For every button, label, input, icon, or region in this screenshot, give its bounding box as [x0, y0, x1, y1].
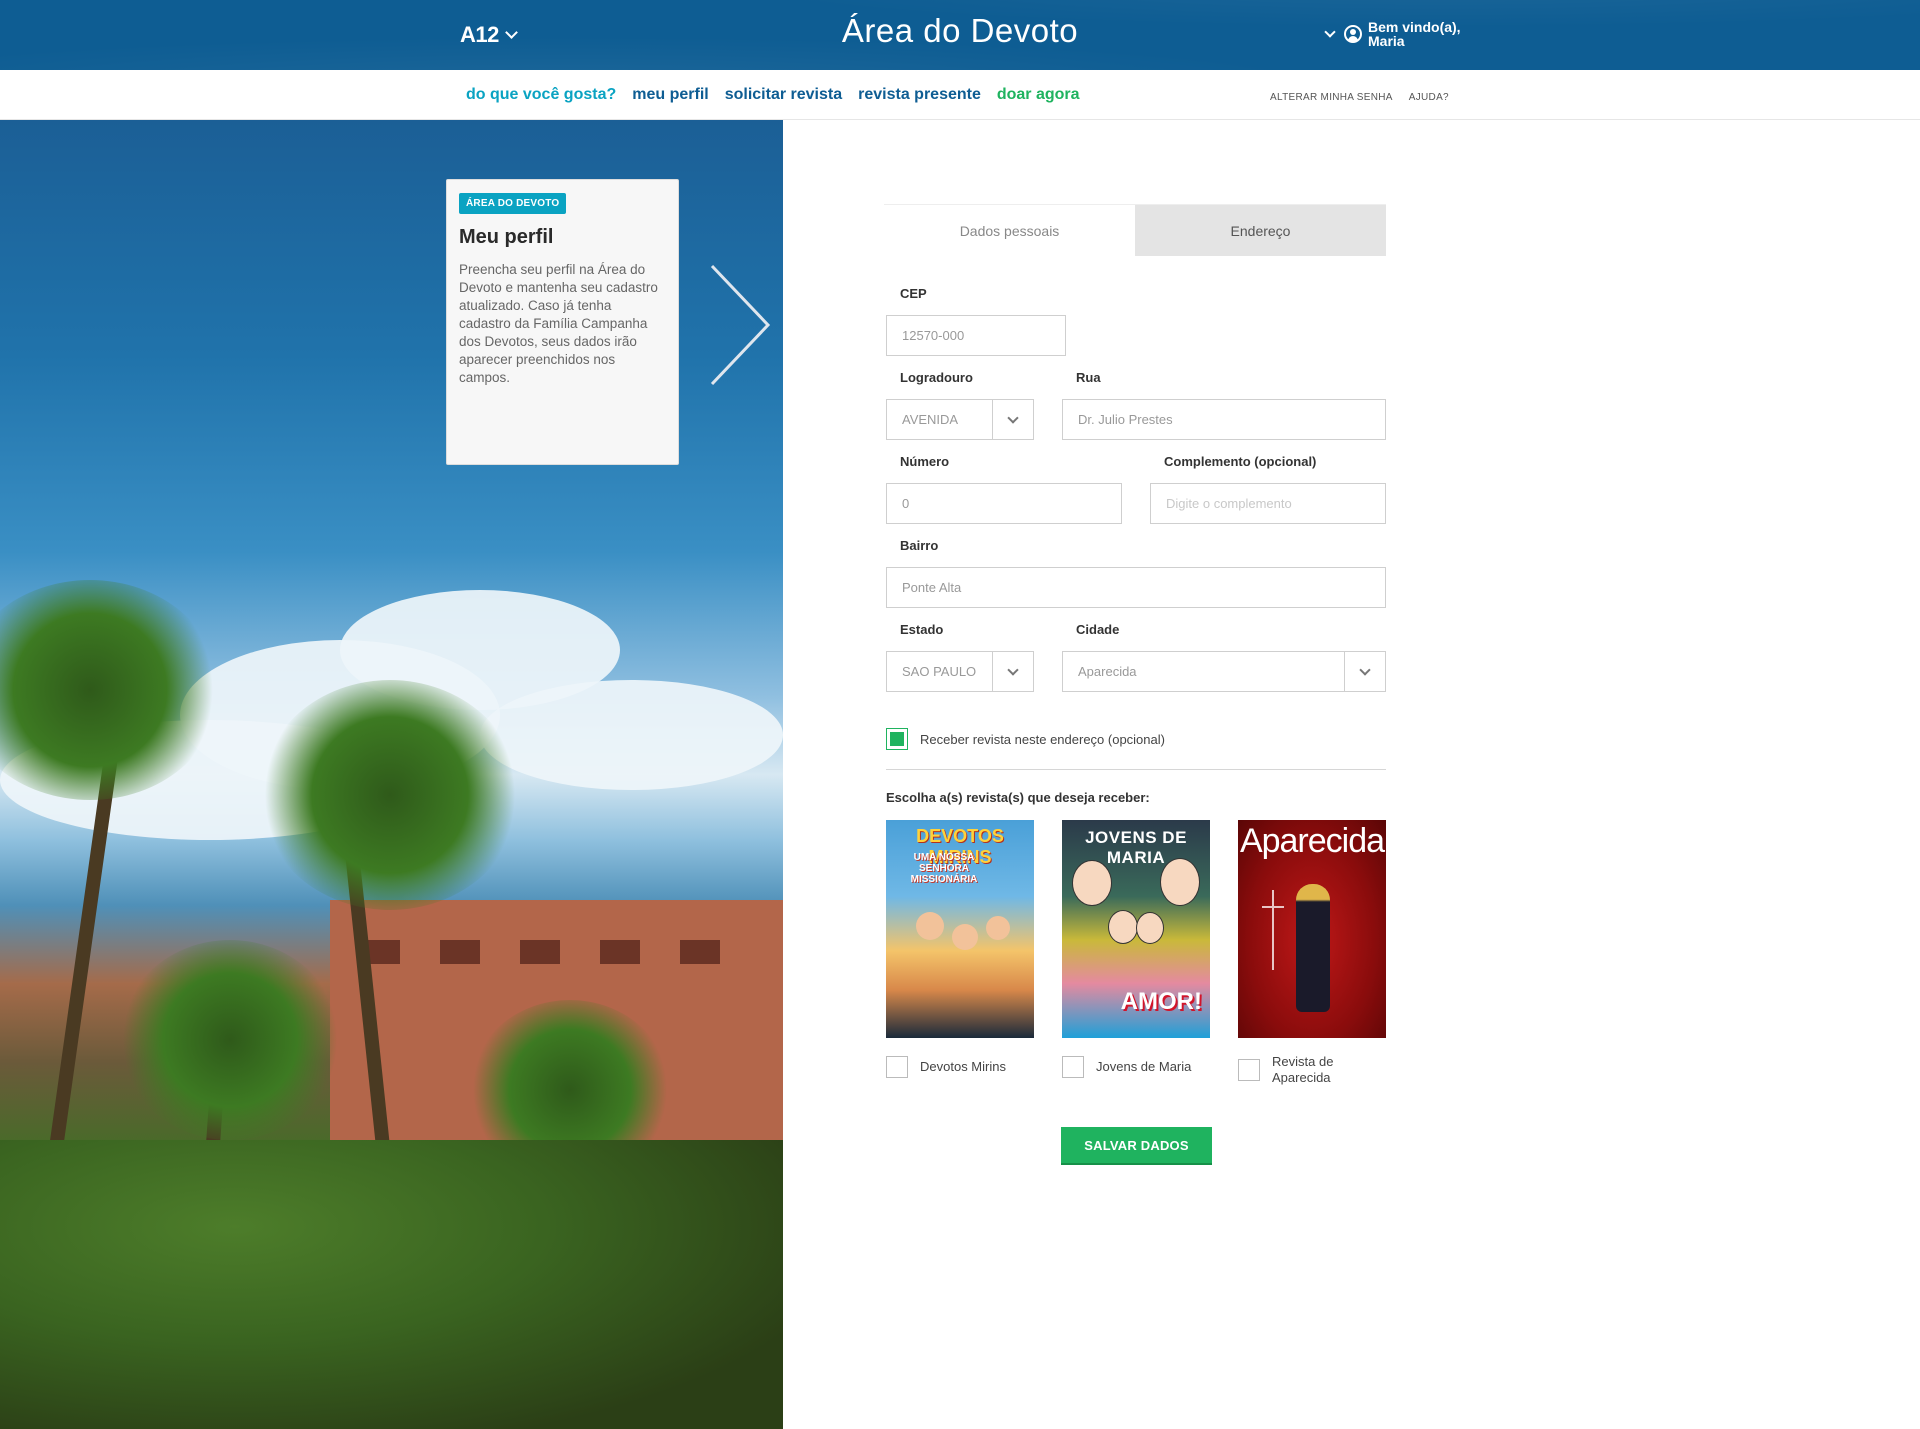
complement-input[interactable]: Digite o complemento: [1150, 483, 1386, 524]
cross-figure: [1262, 890, 1284, 970]
chevron-right-icon[interactable]: [700, 262, 780, 388]
complement-placeholder: Digite o complemento: [1166, 496, 1292, 511]
city-value: Aparecida: [1078, 664, 1137, 679]
profile-tabs: Dados pessoais Endereço: [884, 204, 1386, 256]
magazine-checkbox[interactable]: [886, 1056, 908, 1078]
logradouro-value: AVENIDA: [902, 412, 959, 427]
top-header: A12 Área do Devoto Bem vindo(a), Maria: [0, 0, 1920, 70]
complement-label: Complemento (opcional): [1164, 454, 1317, 469]
receive-checkbox[interactable]: [886, 728, 908, 750]
tab-address[interactable]: Endereço: [1135, 205, 1386, 256]
cover-subtitle: UMA NOSSA SENHORA MISSIONÁRIA: [910, 852, 978, 885]
foliage: [0, 1140, 783, 1429]
card-title: Meu perfil: [459, 226, 554, 248]
number-input[interactable]: 0: [886, 483, 1122, 524]
state-select[interactable]: SAO PAULO: [886, 651, 1034, 692]
section-badge: ÁREA DO DEVOTO: [459, 193, 567, 214]
cover-title: Aparecida: [1239, 822, 1385, 860]
street-input[interactable]: Dr. Julio Prestes: [1062, 399, 1386, 440]
nav-link-donate[interactable]: doar agora: [997, 86, 1080, 104]
magazine-option-devotos-mirins[interactable]: Devotos Mirins: [886, 1056, 1006, 1078]
street-label: Rua: [1076, 370, 1101, 385]
magazine-checkbox[interactable]: [1238, 1059, 1260, 1081]
chevron-down-icon: [1324, 25, 1336, 38]
city-label: Cidade: [1076, 622, 1120, 637]
save-button[interactable]: SALVAR DADOS: [1061, 1127, 1212, 1165]
chevron-down-icon: [1007, 663, 1019, 676]
magazine-label: Devotos Mirins: [920, 1059, 1006, 1074]
statue-figure: [1296, 884, 1330, 1012]
welcome-text: Bem vindo(a), Maria: [1368, 20, 1461, 48]
card-description: Preencha seu perfil na Área do Devoto e …: [459, 262, 658, 385]
neighborhood-label: Bairro: [900, 538, 939, 553]
nav-link-request-magazine[interactable]: solicitar revista: [725, 86, 842, 104]
user-name: Maria: [1368, 33, 1405, 49]
magazine-option-aparecida[interactable]: Revista de Aparecida: [1238, 1054, 1333, 1086]
select-toggle[interactable]: [1344, 652, 1385, 691]
receive-label: Receber revista neste endereço (opcional…: [920, 731, 1165, 747]
select-toggle[interactable]: [992, 400, 1033, 439]
change-password-link[interactable]: ALTERAR MINHA SENHA: [1270, 92, 1393, 103]
city-select[interactable]: Aparecida: [1062, 651, 1386, 692]
number-value: 0: [902, 496, 910, 511]
magazine-label-line: Revista de: [1272, 1054, 1334, 1069]
select-toggle[interactable]: [992, 652, 1033, 691]
magazine-label-line: Aparecida: [1272, 1070, 1331, 1085]
user-menu[interactable]: Bem vindo(a), Maria: [1324, 20, 1461, 48]
chevron-down-icon: [1359, 663, 1371, 676]
cloud: [480, 680, 783, 790]
logradouro-label: Logradouro: [900, 370, 973, 385]
help-link[interactable]: AJUDA?: [1409, 92, 1449, 103]
magazine-cover-aparecida[interactable]: Aparecida: [1238, 820, 1386, 1038]
tab-personal-data[interactable]: Dados pessoais: [884, 205, 1135, 256]
nav-link-gift-magazine[interactable]: revista presente: [858, 86, 981, 104]
magazine-option-jovens-de-maria[interactable]: Jovens de Maria: [1062, 1056, 1191, 1078]
magazine-label: Revista de Aparecida: [1272, 1054, 1333, 1086]
chevron-down-icon: [1007, 411, 1019, 424]
magazine-cover-jovens-de-maria[interactable]: JOVENS DE MARIA AMOR!: [1062, 820, 1210, 1038]
cep-input[interactable]: 12570-000: [886, 315, 1066, 356]
magazine-checkbox[interactable]: [1062, 1056, 1084, 1078]
nav-link-profile[interactable]: meu perfil: [632, 86, 708, 104]
number-label: Número: [900, 454, 950, 469]
nav-link-preferences[interactable]: do que você gosta?: [466, 86, 616, 104]
magazine-cover-devotos-mirins[interactable]: DEVOTOS MIRINS UMA NOSSA SENHORA MISSION…: [886, 820, 1034, 1038]
divider: [886, 769, 1386, 770]
magazines-prompt: Escolha a(s) revista(s) que deseja receb…: [886, 790, 1150, 805]
profile-info-card: ÁREA DO DEVOTO Meu perfil Preencha seu p…: [446, 179, 679, 465]
state-value: SAO PAULO: [902, 664, 977, 679]
user-circle-icon: [1344, 25, 1362, 43]
receive-at-address-option[interactable]: Receber revista neste endereço (opcional…: [886, 728, 1165, 750]
cep-label: CEP: [900, 286, 927, 301]
welcome-line: Bem vindo(a),: [1368, 19, 1461, 35]
logradouro-select[interactable]: AVENIDA: [886, 399, 1034, 440]
neighborhood-input[interactable]: Ponte Alta: [886, 567, 1386, 608]
cep-value: 12570-000: [902, 328, 965, 343]
main-nav: do que você gosta? meu perfil solicitar …: [0, 70, 1920, 120]
street-value: Dr. Julio Prestes: [1078, 412, 1173, 427]
state-label: Estado: [900, 622, 944, 637]
neighborhood-value: Ponte Alta: [902, 580, 962, 595]
cover-subtitle: AMOR!: [1120, 988, 1202, 1015]
page-title: Área do Devoto: [841, 12, 1079, 49]
magazine-label: Jovens de Maria: [1096, 1059, 1192, 1074]
